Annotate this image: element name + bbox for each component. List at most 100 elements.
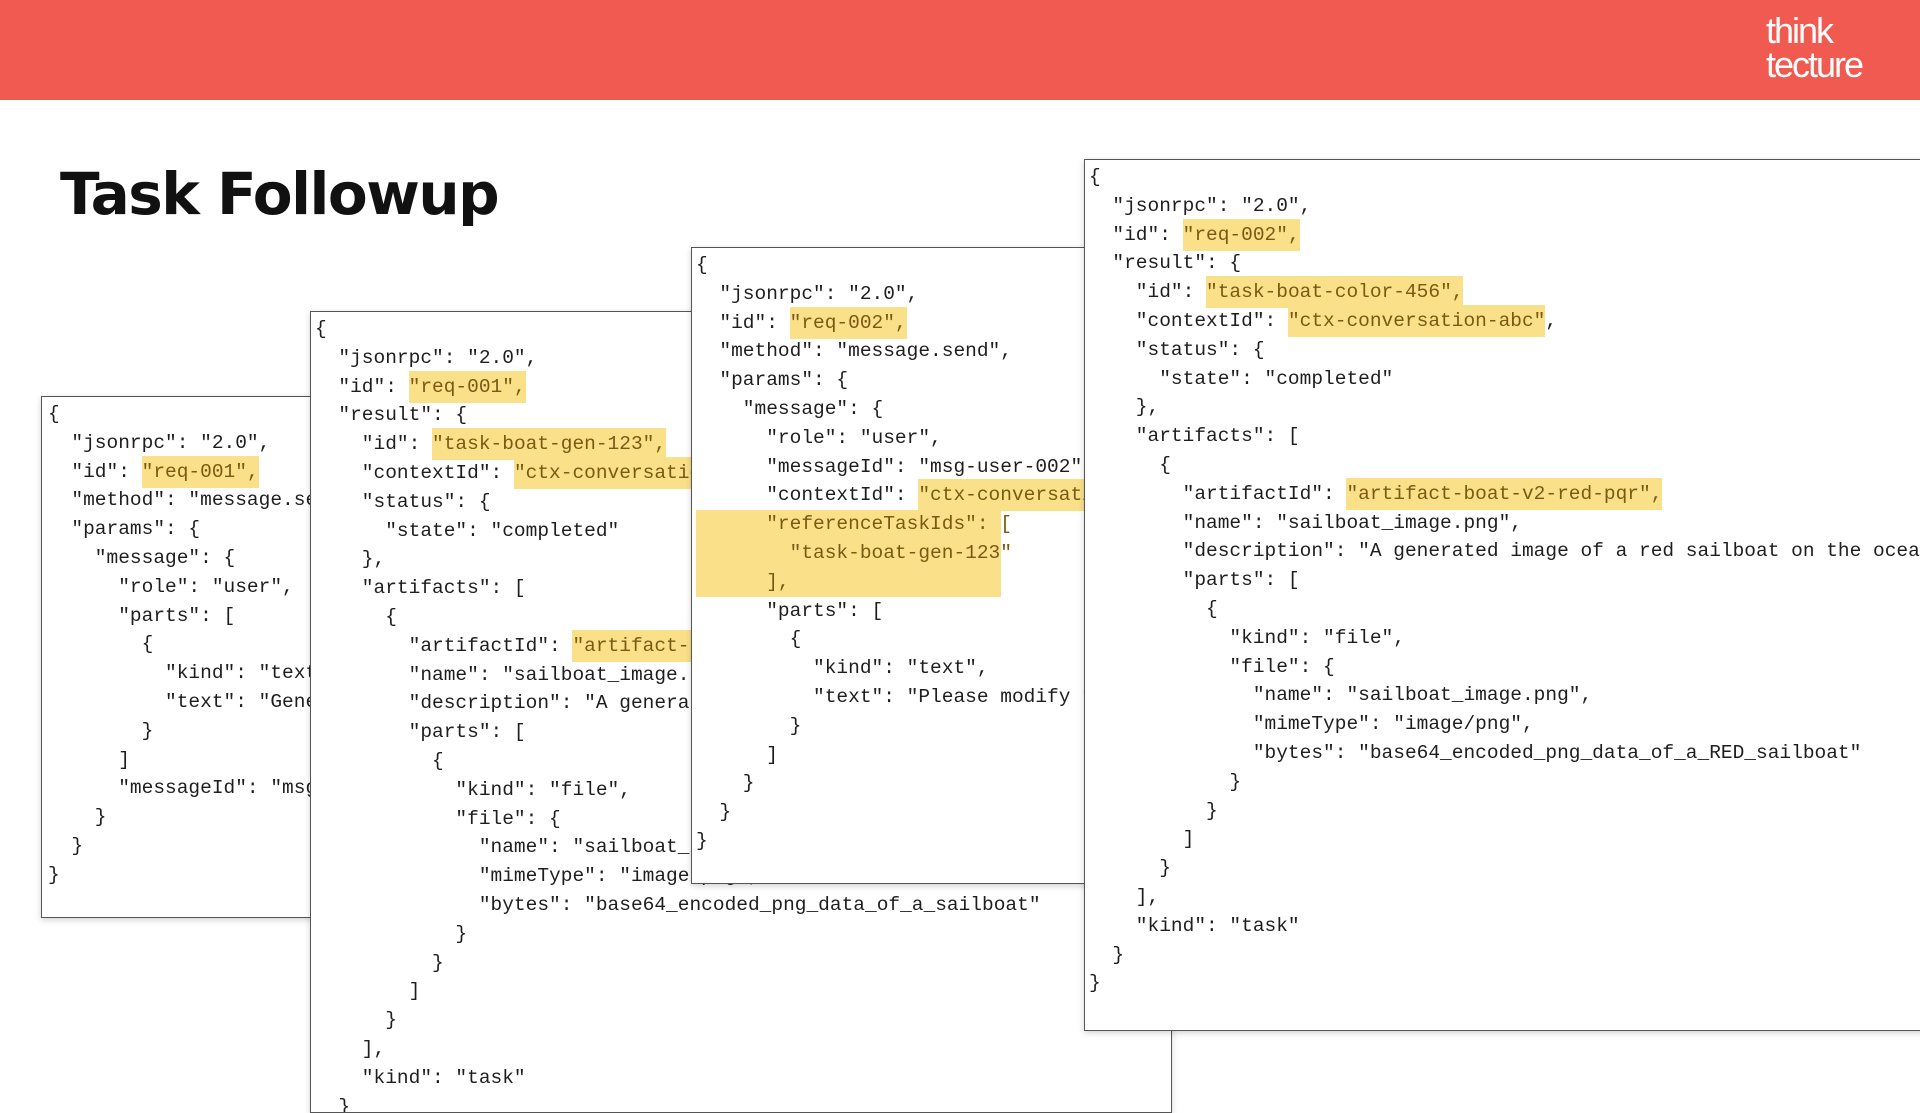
code-line: } (696, 769, 1112, 798)
code-line: "artifactId": "artifact-boat-v2-red-pqr"… (1089, 477, 1920, 510)
code-text: { (1089, 166, 1101, 188)
code-text: "kind": "file", (315, 778, 631, 801)
code-line: "params": { (696, 366, 1112, 395)
code-lines: { "jsonrpc": "2.0", "id": "req-002", "re… (1085, 163, 1920, 998)
code-text: "message": { (48, 546, 236, 569)
code-text: ] (696, 743, 778, 766)
code-line: "method": "message.send", (696, 337, 1112, 366)
brand-logo: think tecture (1766, 13, 1864, 83)
code-text: "parts": [ (696, 599, 884, 622)
code-line: "jsonrpc": "2.0", (696, 280, 1112, 309)
code-text: } (1089, 972, 1101, 995)
code-panel-task-result-2: { "jsonrpc": "2.0", "id": "req-002", "re… (1084, 159, 1920, 1031)
code-text: "params": { (48, 518, 201, 541)
code-line: { (1089, 451, 1920, 480)
code-text: "state": "completed" (1089, 367, 1394, 390)
code-text: { (315, 605, 397, 628)
code-line: } (696, 827, 1112, 856)
code-line: "description": "A generated image of a r… (1089, 537, 1920, 566)
code-text: "status": { (1089, 338, 1265, 361)
code-text: } (315, 1095, 351, 1113)
code-text: }, (1089, 396, 1160, 419)
code-text: "mimeType": "image/png", (1089, 713, 1534, 736)
code-line: } (1089, 768, 1920, 797)
code-text: } (696, 829, 708, 852)
code-text: "result": { (315, 404, 468, 427)
code-text: { (315, 749, 444, 772)
code-line: } (696, 712, 1112, 741)
code-text: "method": "message.send", (696, 340, 1012, 363)
code-text: "parts": [ (315, 721, 526, 744)
code-line: "bytes": "base64_encoded_png_data_of_a_s… (315, 891, 1171, 920)
code-line: "name": "sailboat_image.png", (1089, 681, 1920, 710)
code-text: ], (315, 1037, 386, 1060)
code-text: { (1089, 453, 1171, 476)
code-line: "message": { (696, 395, 1112, 424)
code-line: } (315, 920, 1171, 949)
code-text: } (696, 801, 732, 824)
code-text: "jsonrpc": "2.0", (1089, 194, 1312, 217)
code-text: "jsonrpc": "2.0", (696, 282, 919, 305)
code-text: "kind": "text", (696, 657, 989, 680)
code-line: ] (1089, 825, 1920, 854)
code-line: ] (696, 741, 1112, 770)
code-lines: { "jsonrpc": "2.0", "id": "req-002", "me… (692, 251, 1112, 856)
code-line: } (1089, 941, 1920, 970)
code-line: "kind": "task" (1089, 912, 1920, 941)
code-text: "parts": [ (48, 604, 236, 627)
code-text: "bytes": "base64_encoded_png_data_of_a_s… (315, 893, 1041, 916)
code-line: } (315, 1006, 1171, 1035)
code-text: ] (1089, 828, 1195, 851)
code-line: "id": "req-002", (1089, 218, 1920, 251)
code-text: "description": "A generated image of a r… (1089, 540, 1920, 563)
code-text: } (48, 834, 84, 857)
code-line: "kind": "file", (1089, 624, 1920, 653)
code-text: } (48, 806, 107, 829)
code-line: { (1089, 595, 1920, 624)
code-text: "contextId": (1089, 309, 1288, 332)
code-text: "bytes": "base64_encoded_png_data_of_a_R… (1089, 741, 1862, 764)
code-text: { (696, 254, 708, 276)
code-line: "jsonrpc": "2.0", (1089, 192, 1920, 221)
highlighted-code: "req-001", (141, 455, 259, 488)
code-text: "message": { (696, 397, 884, 420)
code-text: { (696, 628, 802, 651)
code-text: } (1089, 857, 1171, 880)
code-text: "jsonrpc": "2.0", (48, 431, 271, 454)
code-text: "id": (48, 460, 142, 483)
code-line: { (696, 625, 1112, 654)
code-text: { (48, 633, 154, 656)
code-line: "parts": [ (696, 597, 1112, 626)
code-text: } (1089, 943, 1125, 966)
code-line: "artifacts": [ (1089, 422, 1920, 451)
code-text: } (1089, 770, 1242, 793)
code-line: "file": { (1089, 653, 1920, 682)
code-text: "contextId": (315, 461, 514, 484)
code-text: "kind": "text", (48, 662, 341, 685)
code-panel-followup-request: { "jsonrpc": "2.0", "id": "req-002", "me… (691, 247, 1113, 884)
code-line: "name": "sailboat_image.png", (1089, 509, 1920, 538)
code-line: ] (315, 977, 1171, 1006)
code-text: "status": { (315, 490, 491, 513)
code-text: "name": "sailboat_image.png", (315, 663, 748, 686)
code-line: "text": "Please modify the sailboat to b… (696, 683, 1112, 712)
code-text: { (315, 318, 327, 340)
code-text: "jsonrpc": "2.0", (315, 346, 538, 369)
highlighted-code: "artifact-boat-v2-red-pqr", (1346, 477, 1663, 510)
code-line: ], (315, 1035, 1171, 1064)
highlighted-code: "ctx-conversation-abc" (1287, 304, 1546, 337)
header-bar: think tecture (0, 0, 1920, 100)
code-line: } (315, 1093, 1171, 1113)
code-text: "artifacts": [ (315, 577, 526, 600)
code-line: "contextId": "ctx-conversation-abc", (696, 479, 1112, 512)
code-line: "contextId": "ctx-conversation-abc", (1089, 304, 1920, 337)
code-line: "messageId": "msg-user-002", (696, 453, 1112, 482)
code-text: "name": "sailboat_image.png", (1089, 511, 1522, 534)
code-text: } (48, 719, 154, 742)
code-text: } (696, 714, 802, 737)
code-text: "id": (1089, 223, 1183, 246)
code-text: }, (315, 548, 386, 571)
code-text: "id": (696, 311, 790, 334)
code-line: } (1089, 797, 1920, 826)
code-text: "id": (1089, 281, 1207, 304)
